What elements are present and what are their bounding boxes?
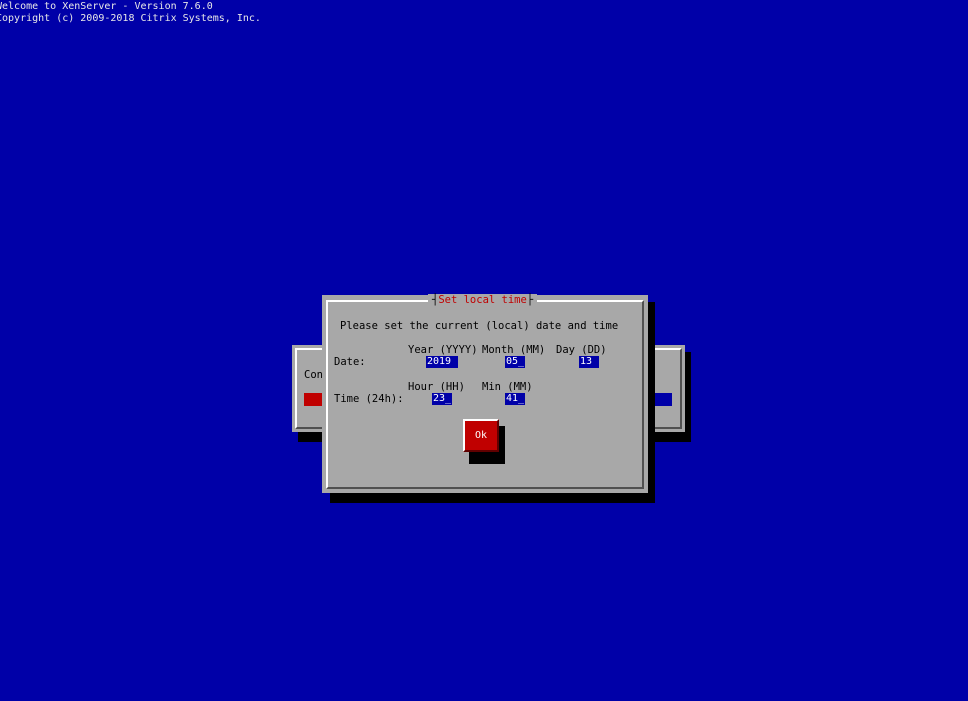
dialog-prompt: Please set the current (local) date and … [340, 320, 619, 332]
hour-input[interactable]: 23_ [432, 393, 452, 405]
day-input[interactable]: 13 [579, 356, 599, 368]
date-row-label: Date: [334, 356, 366, 368]
set-local-time-dialog: ┤Set local time├ Please set the current … [322, 294, 648, 493]
background-dialog-label: Con [304, 369, 323, 381]
dialog-title-text: Set local time [438, 294, 527, 306]
ok-button[interactable]: Ok [463, 419, 499, 452]
month-input[interactable]: 05_ [505, 356, 525, 368]
dialog-title: ┤Set local time├ [428, 294, 538, 307]
background-dialog-button [304, 393, 322, 406]
copyright-banner: Copyright (c) 2009-2018 Citrix Systems, … [0, 13, 261, 24]
welcome-banner: Welcome to XenServer - Version 7.6.0 [0, 1, 213, 12]
background-dialog-field [654, 393, 672, 406]
time-row-label: Time (24h): [334, 393, 404, 405]
year-input[interactable]: 2019 [426, 356, 458, 368]
title-right-bracket: ├ [526, 294, 534, 306]
min-input[interactable]: 41_ [505, 393, 525, 405]
